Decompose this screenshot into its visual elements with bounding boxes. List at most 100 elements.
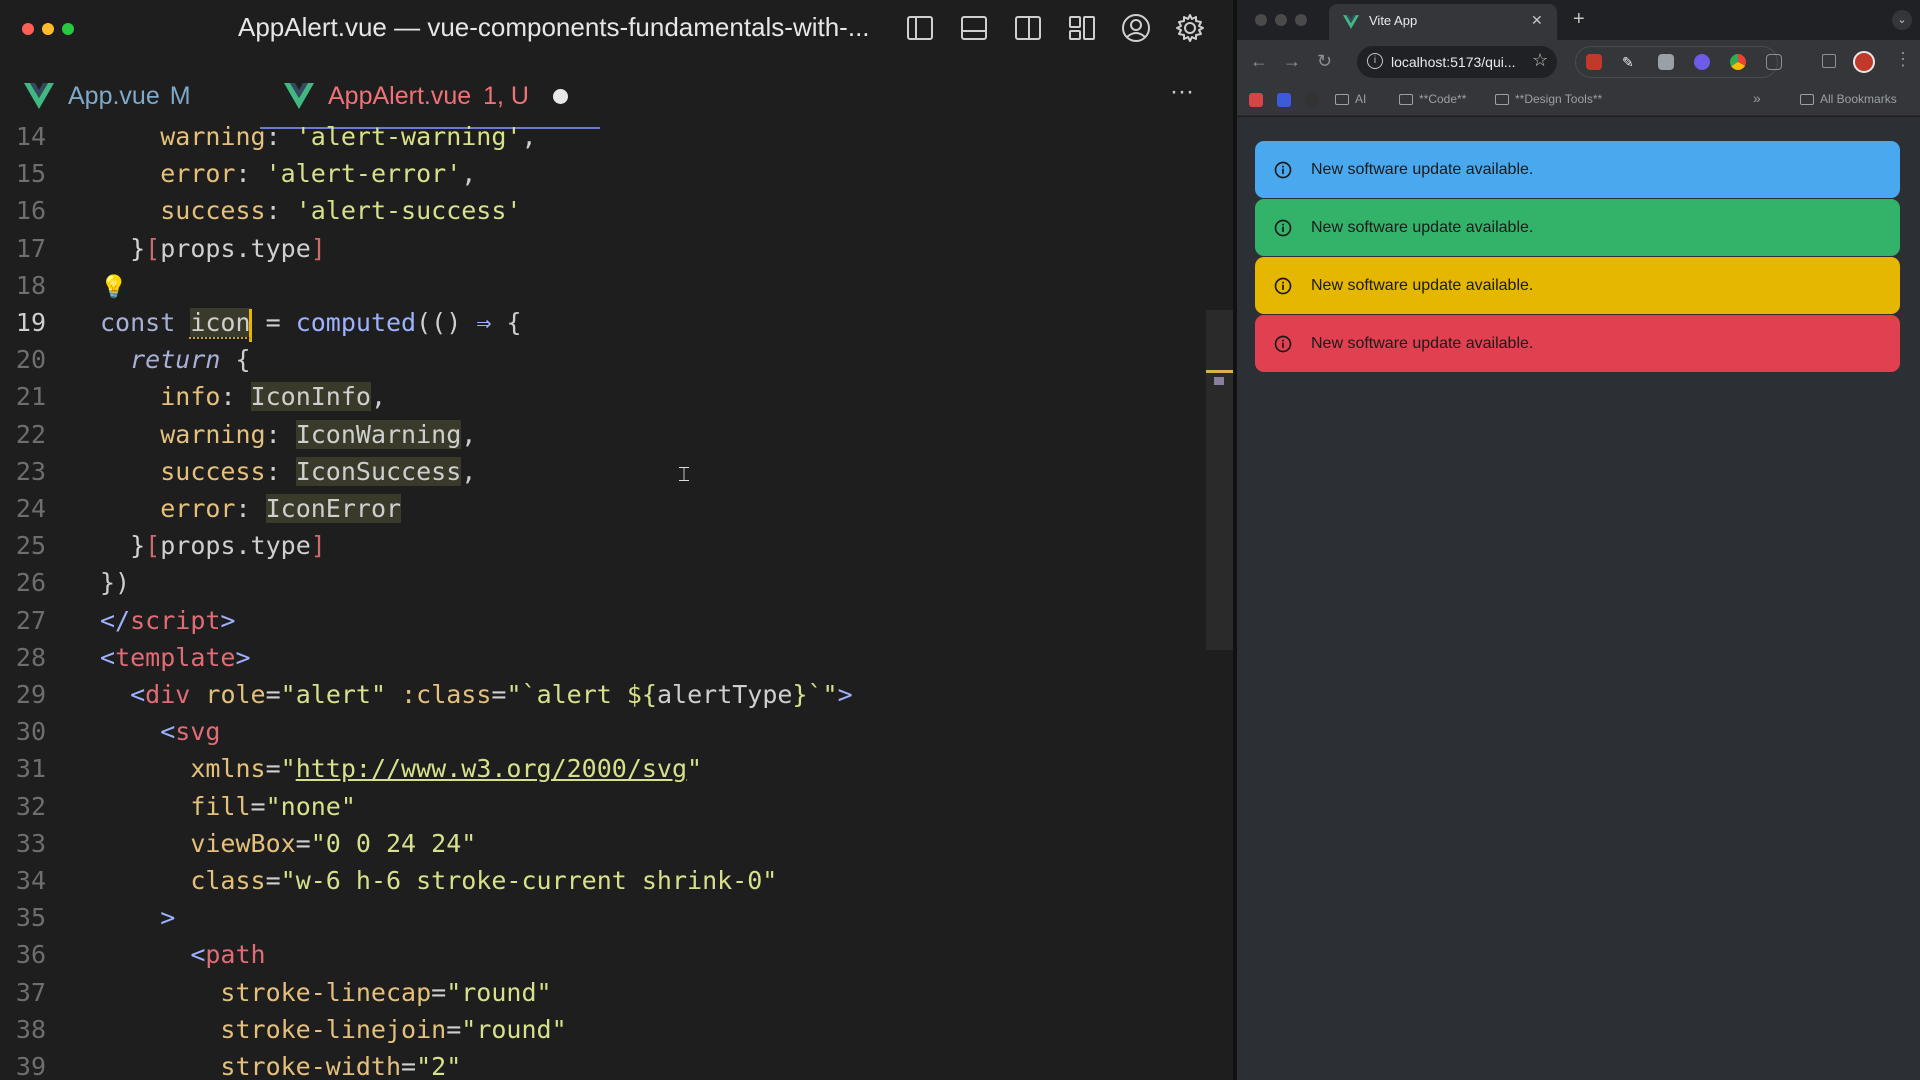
- maximize-window-button[interactable]: [1295, 14, 1307, 26]
- tab-git-status: 1, U: [483, 81, 529, 110]
- browser-menu-icon[interactable]: ⋮: [1894, 49, 1912, 70]
- line-content: <template>: [100, 642, 251, 672]
- code-line[interactable]: 23 success: IconSuccess,: [0, 456, 1200, 494]
- editor-scrollbar[interactable]: [1206, 310, 1233, 650]
- line-number: 18: [15, 270, 46, 300]
- bookmark-folder-design-tools[interactable]: **Design Tools**: [1495, 92, 1602, 106]
- close-window-button[interactable]: [22, 23, 34, 35]
- bookmark-folder-code[interactable]: **Code**: [1399, 92, 1466, 106]
- unsaved-changes-dot[interactable]: [553, 88, 568, 104]
- code-line[interactable]: 14 warning: 'alert-warning',: [0, 122, 1200, 159]
- back-arrow-icon[interactable]: ←: [1250, 51, 1268, 72]
- customize-layout-icon[interactable]: [1064, 10, 1100, 46]
- ibeam-cursor-icon: ⌶: [678, 464, 690, 486]
- address-bar[interactable]: i localhost:5173/qui... ☆: [1357, 46, 1557, 78]
- line-number: 37: [15, 977, 46, 1007]
- minimize-window-button[interactable]: [42, 23, 54, 35]
- forward-arrow-icon[interactable]: →: [1283, 51, 1301, 72]
- code-line[interactable]: 30 <svg: [0, 717, 1200, 754]
- code-line[interactable]: 35 >: [0, 903, 1200, 940]
- folder-icon: [1800, 93, 1814, 105]
- tab-appalert-vue[interactable]: AppAlert.vue 1, U: [284, 78, 568, 114]
- line-number: 26: [15, 568, 46, 598]
- code-line[interactable]: 21 info: IconInfo,: [0, 382, 1200, 419]
- code-line[interactable]: 29 <div role="alert" :class="`alert ${al…: [0, 680, 1200, 717]
- puzzle-extensions-icon[interactable]: [1766, 54, 1782, 70]
- account-icon[interactable]: [1118, 10, 1154, 46]
- code-line[interactable]: 26}): [0, 568, 1200, 605]
- side-panel-icon[interactable]: [1822, 54, 1836, 68]
- bookmark-folder-ai[interactable]: AI: [1335, 92, 1366, 106]
- line-number: 16: [15, 196, 46, 226]
- code-line[interactable]: 16 success: 'alert-success': [0, 196, 1200, 233]
- line-content: <svg: [160, 717, 221, 747]
- maximize-window-button[interactable]: [62, 23, 74, 35]
- address-bar-url[interactable]: localhost:5173/qui...: [1391, 54, 1516, 70]
- code-line[interactable]: 27 </script>: [0, 606, 1200, 643]
- bookmark-favicon[interactable]: [1305, 93, 1319, 107]
- code-line[interactable]: 37 stroke-linecap="round": [0, 978, 1200, 1015]
- line-content: error: 'alert-error',: [160, 159, 477, 189]
- browser-tab[interactable]: Vite App ✕: [1329, 4, 1557, 40]
- lightbulb-icon[interactable]: 💡: [100, 274, 127, 300]
- alert-banner: New software update available.: [1255, 199, 1900, 256]
- code-line[interactable]: 38 stroke-linejoin="round": [0, 1015, 1200, 1052]
- code-line[interactable]: 18: [0, 271, 1200, 308]
- code-line[interactable]: 22 warning: IconWarning,: [0, 419, 1200, 457]
- code-line[interactable]: 39 stroke-width="2": [0, 1052, 1200, 1080]
- line-number: 35: [15, 903, 46, 933]
- code-area[interactable]: 14 warning: 'alert-warning', 15 error: 'a…: [0, 122, 1200, 1080]
- toggle-panel-icon[interactable]: [956, 10, 992, 46]
- bookmark-label: All Bookmarks: [1820, 92, 1897, 106]
- browser-window: Vite App ✕ + ⌄ ← → ↻ i localhost:5173/qu…: [1237, 0, 1920, 1080]
- minimize-window-button[interactable]: [1275, 14, 1287, 26]
- bookmark-star-icon[interactable]: ☆: [1532, 50, 1548, 71]
- line-number: 30: [15, 717, 46, 747]
- toggle-primary-sidebar-icon[interactable]: [902, 10, 938, 46]
- code-line[interactable]: 25 }[props.type]: [0, 531, 1200, 568]
- line-number: 31: [15, 754, 46, 784]
- code-line[interactable]: 36 <path: [0, 940, 1200, 977]
- extension-icon[interactable]: [1586, 54, 1602, 70]
- line-number: 34: [15, 866, 46, 895]
- site-info-icon[interactable]: i: [1367, 53, 1383, 69]
- bookmarks-overflow-button[interactable]: »: [1753, 90, 1761, 106]
- lint-warning-squiggle: [189, 336, 251, 339]
- code-line[interactable]: 34 class="w-6 h-6 stroke-current shrink-…: [0, 866, 1200, 903]
- line-content: stroke-width="2": [220, 1052, 462, 1080]
- line-content: return {: [130, 345, 251, 375]
- bookmark-favicon[interactable]: [1277, 93, 1291, 107]
- line-content: const icon = computed(() ⇒ {: [100, 308, 522, 337]
- settings-gear-icon[interactable]: [1172, 10, 1208, 46]
- tab-app-vue[interactable]: App.vue M: [24, 78, 191, 114]
- camera-icon[interactable]: [1658, 54, 1674, 70]
- line-content: }[props.type]: [130, 531, 326, 561]
- eyedropper-icon[interactable]: ✎: [1622, 54, 1638, 70]
- code-line[interactable]: 24 error: IconError: [0, 494, 1200, 531]
- tab-search-chevron-icon[interactable]: ⌄: [1892, 10, 1912, 30]
- tab-label: AppAlert.vue: [328, 81, 472, 110]
- bookmark-favicon[interactable]: [1249, 93, 1263, 107]
- profile-avatar[interactable]: [1853, 51, 1875, 73]
- line-number: 20: [15, 345, 46, 375]
- code-line[interactable]: 31 xmlns="http://www.w3.org/2000/svg": [0, 754, 1200, 791]
- chrome-extension-icon[interactable]: [1730, 54, 1746, 70]
- bookmark-label: **Design Tools**: [1515, 92, 1603, 106]
- all-bookmarks-button[interactable]: All Bookmarks: [1800, 92, 1897, 106]
- close-window-button[interactable]: [1255, 14, 1267, 26]
- new-tab-icon[interactable]: +: [1573, 8, 1585, 31]
- close-tab-icon[interactable]: ✕: [1531, 12, 1543, 29]
- toggle-secondary-sidebar-icon[interactable]: [1010, 10, 1046, 46]
- more-actions-button[interactable]: ···: [1170, 78, 1194, 106]
- vue-logo-icon: [24, 83, 54, 109]
- code-line[interactable]: 33 viewBox="0 0 24 24": [0, 829, 1200, 866]
- folder-icon: [1335, 93, 1349, 105]
- code-line[interactable]: 15 error: 'alert-error',: [0, 159, 1200, 196]
- code-line[interactable]: 19 const icon = computed(() ⇒ {: [0, 308, 1200, 345]
- code-line[interactable]: 17 }[props.type]: [0, 234, 1200, 271]
- code-line[interactable]: 32 fill="none": [0, 792, 1200, 829]
- extension-icon[interactable]: [1694, 54, 1710, 70]
- reload-icon[interactable]: ↻: [1317, 51, 1332, 72]
- code-line[interactable]: 28 <template>: [0, 643, 1200, 680]
- code-line[interactable]: 20 return {: [0, 345, 1200, 382]
